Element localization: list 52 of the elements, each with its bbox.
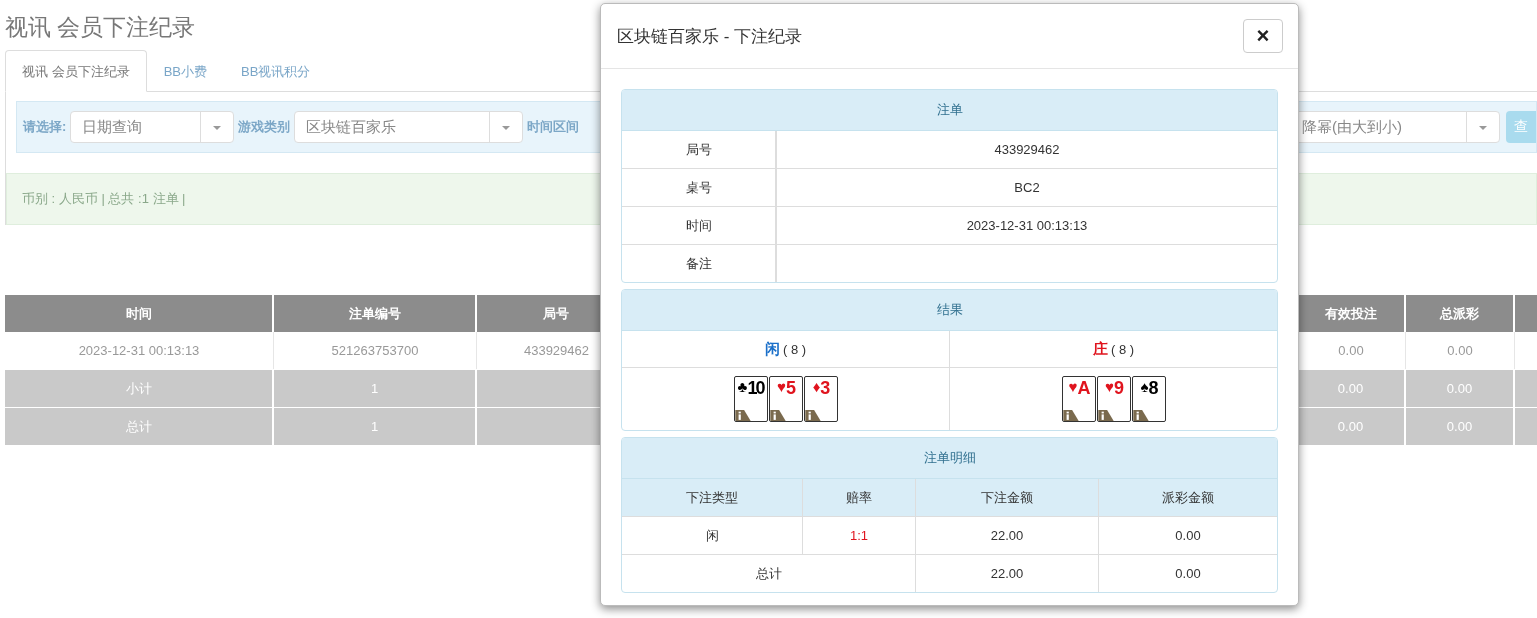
filter-label: 游戏类别 [238,118,291,136]
column-header: 派彩金额 [1098,479,1277,516]
playing-card: ♥9 [1096,376,1131,422]
side-score: ( 8 ) [1110,341,1135,357]
close-button[interactable]: × [1243,19,1283,53]
date-select[interactable]: 日期查询 [70,111,235,143]
summary-text: 币别 : 人民币 | 总共 :1 注单 | [22,190,186,208]
field-label: 备注 [622,245,777,282]
column-header: 注单编号 [274,295,477,332]
filter-label: 时间区间 [527,118,580,136]
table-cell: 0.00 [1098,555,1277,592]
table-cell: 22.00 [915,517,1098,554]
side-name: 闲 [764,339,780,359]
info-tag-icon [734,410,751,421]
info-tag-icon [804,410,821,421]
column-header: 总派彩 [1406,295,1515,332]
table-cell: 1:1 [802,517,915,554]
field-label: 桌号 [622,169,777,206]
playing-card: ♦3 [803,376,838,422]
section-heading: 注单 [622,90,1277,131]
page-title: 视讯 会员下注纪录 [5,13,196,42]
dialog-title: 区块链百家乐 - 下注纪录 [617,25,803,48]
playing-card: ♥A [1061,376,1096,422]
side-name: 庄 [1092,339,1108,359]
filter-label: 请选择: [23,118,67,136]
field-value: 2023-12-31 00:13:13 [966,218,1088,233]
info-tag-icon [1097,410,1114,421]
table-cell: 0.00 [1098,517,1277,554]
playing-card: ♥5 [768,376,803,422]
playing-card: ♣10 [733,376,768,422]
column-header: 赔率 [802,479,915,516]
tab[interactable]: 视讯 会员下注纪录 [5,50,147,92]
column-header: 下注金额 [915,479,1098,516]
field-value: 433929462 [994,142,1060,157]
info-tag-icon [769,410,786,421]
field-label: 局号 [622,131,777,168]
column-header: 时间 [5,295,274,332]
section-heading: 结果 [622,290,1277,331]
tab[interactable]: BB小费 [146,50,224,92]
field-label: 时间 [622,207,777,244]
game-select[interactable]: 区块链百家乐 [294,111,524,143]
info-tag-icon [1132,410,1149,421]
column-header: 下注类型 [685,488,739,507]
side-score: ( 8 ) [782,341,807,357]
table-cell: 22.00 [915,555,1098,592]
tab[interactable]: BB视讯积分 [223,50,328,92]
field-value: BC2 [1014,180,1040,195]
info-tag-icon [1062,410,1079,421]
table-cell-text: 闲 [704,526,720,545]
table-cell-text: 总计 [754,564,783,583]
section-heading: 注单明细 [622,438,1277,479]
playing-card: ♠8 [1131,376,1166,422]
